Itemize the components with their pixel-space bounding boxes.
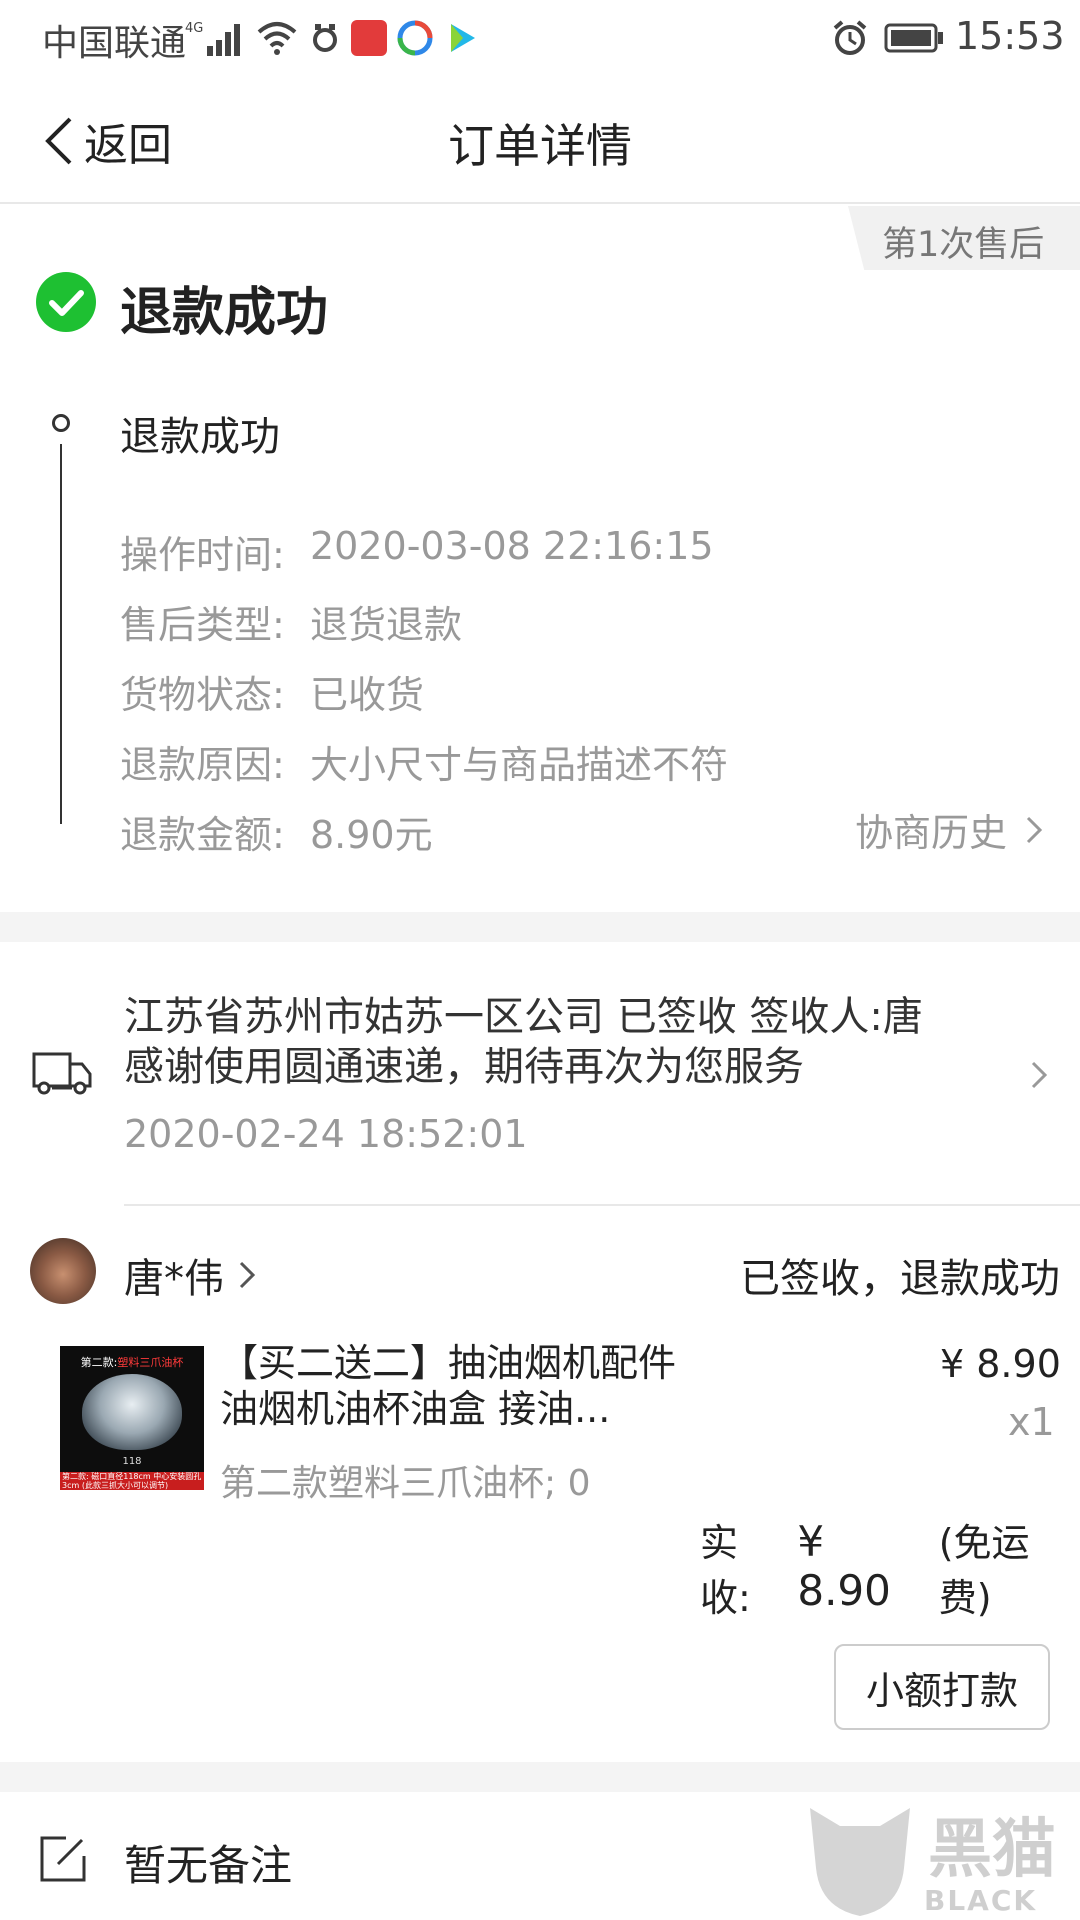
detail-value: 2020-03-08 22:16:15 [310, 524, 714, 568]
product-image-footer: 第二款: 磁口直径118cm 中心安装圆孔3cm (此款三抓大小可以调节) [60, 1472, 204, 1490]
logistics-line-1: 江苏省苏州市姑苏一区公司 已签收 签收人:唐 [124, 994, 923, 1040]
battery-icon [884, 23, 943, 53]
watermark-en: BLACK CAT [924, 1884, 1038, 1920]
detail-label: 货物状态: [120, 673, 285, 717]
chevron-right-icon [1026, 816, 1043, 843]
detail-row-refund-reason: 退款原因: 大小尺寸与商品描述不符 [120, 734, 728, 789]
section-divider [0, 1762, 1080, 1792]
negotiation-history-link[interactable]: 协商历史 [855, 802, 1043, 857]
status-icons-left: 4G [185, 14, 479, 62]
truck-icon [30, 1046, 94, 1102]
product-image[interactable]: 第二款:塑料三爪油杯 118 第二款: 磁口直径118cm 中心安装圆孔3cm … [60, 1346, 204, 1490]
small-payment-button[interactable]: 小额打款 [834, 1644, 1050, 1730]
detail-value: 已收货 [310, 673, 425, 717]
detail-row-refund-amount: 退款金额: 8.90元 [120, 804, 433, 859]
actual-payment-label: 实收: [700, 1521, 751, 1620]
red-app-icon [351, 20, 387, 56]
aftersale-count-label: 第1次售后 [882, 225, 1045, 265]
watermark-cn: 黑猫 [928, 1813, 1056, 1887]
buyer-name: 唐*伟 [124, 1256, 224, 1302]
divider [124, 1204, 1080, 1206]
timeline-dot [52, 414, 70, 432]
wifi-icon [257, 22, 297, 55]
history-link-label: 协商历史 [855, 811, 1008, 855]
product-quantity: x1 [1008, 1400, 1055, 1444]
logistics-time: 2020-02-24 18:52:01 [124, 1112, 528, 1156]
chevron-right-icon [239, 1261, 256, 1289]
remark-text[interactable]: 暂无备注 [124, 1832, 292, 1893]
avatar[interactable] [30, 1238, 96, 1304]
clock: 15:53 [955, 14, 1065, 58]
detail-value: 大小尺寸与商品描述不符 [310, 743, 729, 787]
edit-note-icon[interactable] [36, 1832, 90, 1890]
detail-value: 退货退款 [310, 603, 463, 647]
actual-payment: 实收: ¥ 8.90 (免运费) [700, 1512, 1080, 1622]
product-title[interactable]: 【买二送二】抽油烟机配件 油烟机油杯油盒 接油... [220, 1340, 680, 1432]
notification-app-icon [313, 24, 337, 52]
product-image-size: 118 [122, 1456, 142, 1467]
timeline-title: 退款成功 [120, 414, 280, 460]
product-sku: 第二款塑料三爪油杯; 0 [220, 1463, 591, 1504]
video-app-icon [451, 24, 475, 52]
timeline-line [60, 444, 62, 824]
svg-text:4G: 4G [185, 21, 203, 36]
page-title: 订单详情 [448, 119, 632, 173]
logistics-line-2: 感谢使用圆通速递，期待再次为您服务 [124, 1044, 804, 1090]
watermark-logo: 黑猫 BLACK CAT [800, 1798, 1080, 1920]
detail-label: 退款金额: [120, 813, 285, 857]
aftersale-count-tag: 第1次售后 [848, 206, 1080, 270]
nav-bar: 返回 订单详情 [0, 76, 1080, 204]
detail-label: 退款原因: [120, 743, 285, 787]
cat-icon [810, 1808, 910, 1916]
buyer-name-link[interactable]: 唐*伟 [124, 1246, 256, 1304]
chevron-right-icon[interactable] [1030, 1060, 1048, 1090]
shipping-note: (免运费) [938, 1521, 1030, 1620]
status-icons-right [830, 14, 944, 62]
refund-status-title: 退款成功 [120, 283, 329, 343]
detail-label: 操作时间: [120, 533, 285, 577]
product-bowl-graphic [82, 1374, 182, 1450]
order-status: 已签收，退款成功 [740, 1256, 1060, 1302]
detail-row-operation-time: 操作时间: 2020-03-08 22:16:15 [120, 524, 714, 579]
product-price: ¥ 8.90 [940, 1342, 1061, 1386]
status-bar: 中国联通 4G 15:53 [0, 0, 1080, 76]
browser-app-icon [397, 20, 433, 56]
carrier-label: 中国联通 [42, 23, 187, 64]
check-circle-icon [36, 272, 96, 332]
detail-row-aftersale-type: 售后类型: 退货退款 [120, 594, 462, 649]
logistics-info[interactable]: 江苏省苏州市姑苏一区公司 已签收 签收人:唐 感谢使用圆通速递，期待再次为您服务 [124, 992, 984, 1092]
signal-icon: 4G [185, 21, 240, 56]
detail-row-goods-status: 货物状态: 已收货 [120, 664, 424, 719]
detail-label: 售后类型: [120, 603, 285, 647]
section-divider [0, 912, 1080, 942]
actual-payment-amount: ¥ 8.90 [797, 1517, 891, 1615]
alarm-icon [833, 20, 867, 55]
product-image-caption: 第二款:塑料三爪油杯 [80, 1356, 184, 1369]
detail-value: 8.90元 [310, 813, 433, 857]
